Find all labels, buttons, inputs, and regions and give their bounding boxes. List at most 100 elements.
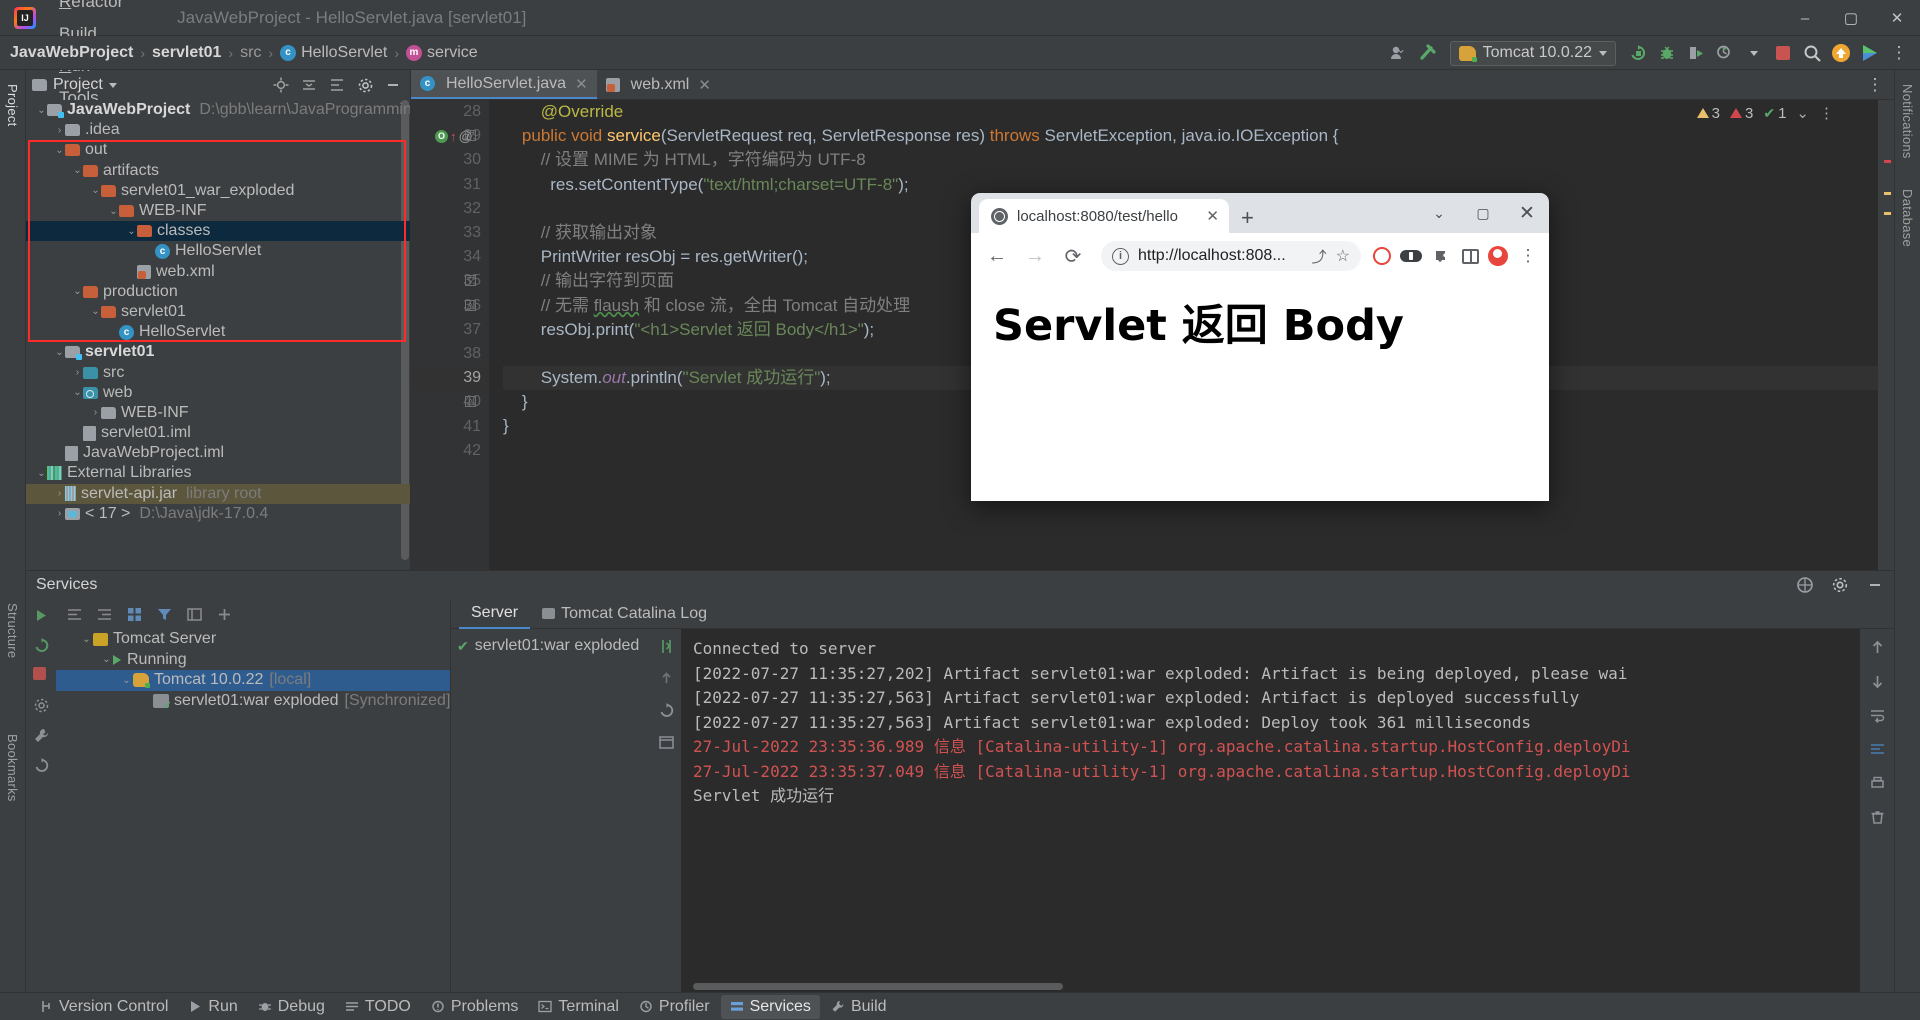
chevron-down-icon[interactable]: ⌄ [108,206,119,217]
close-tab-icon[interactable]: ✕ [575,75,588,93]
group-icon[interactable] [126,606,143,623]
tree-node-out[interactable]: ⌄ out [26,140,410,160]
gutter-line-34[interactable]: 34 [411,245,489,269]
back-icon[interactable]: ← [981,240,1013,272]
side-panel-icon[interactable] [1462,248,1479,264]
tree-node-src[interactable]: › src [26,362,410,382]
tree-node-servlet01-war-exploded[interactable]: ⌄ servlet01_war_exploded [26,181,410,201]
gutter-line-38[interactable]: 38 [411,342,489,366]
menu-refactor[interactable]: Refactor [48,0,137,18]
breadcrumb-item-src[interactable]: src [240,44,261,62]
tree-node-web-xml[interactable]: web.xml [26,262,410,282]
inspection-widget[interactable]: 3 3 ✔ 1 ⌄ ⋮ [1696,104,1834,122]
browser-tab[interactable]: localhost:8080/test/hello ✕ [979,199,1229,233]
rerun-icon[interactable] [33,637,50,654]
code-line-30[interactable]: // 设置 MIME 为 HTML，字符编码为 UTF-8 [503,148,1894,172]
profiler-icon[interactable] [1712,40,1738,66]
refresh-icon[interactable] [658,702,675,719]
tree-node-helloservlet[interactable]: c HelloServlet [26,322,410,342]
tree-node-servlet01[interactable]: ⌄ servlet01 [26,342,410,362]
tree-node-artifacts[interactable]: ⌄ artifacts [26,161,410,181]
warning-count-badge[interactable]: 3 [1696,105,1720,122]
settings-icon[interactable] [352,72,378,98]
weak-warning-badge[interactable]: ✔ 1 [1763,105,1786,122]
services-tree[interactable]: ⌄ Tomcat Server ⌄ Running ⌄ Tomcat 10.0.22 [lo… [56,629,450,992]
idea-feature-icon[interactable] [1857,40,1883,66]
tree-node-javawebproject-iml[interactable]: JavaWebProject.iml [26,443,410,463]
run-icon[interactable] [33,607,50,624]
gutter-line-28[interactable]: 28 [411,100,489,124]
chevron-down-icon[interactable]: ⌄ [1796,104,1809,122]
gutter-line-40[interactable]: 40 △ [411,390,489,414]
browser-minimize-button[interactable]: ⌄ [1417,195,1461,231]
chevron-right-icon[interactable]: › [54,508,65,519]
console-action-rail[interactable] [651,629,681,992]
editor-tab-web-xml[interactable]: web.xml ✕ [597,70,720,99]
chevron-down-icon[interactable]: ⌄ [100,654,113,665]
bottom-tool-bar[interactable]: Version Control Run Debug TODO Problems Termi… [0,992,1920,1020]
chevron-down-icon[interactable]: ⌄ [90,306,101,317]
code-fold-icon[interactable]: ▽ [465,275,476,287]
profile-avatar-icon[interactable] [1488,246,1508,266]
breadcrumb-item-helloservlet[interactable]: c HelloServlet [280,44,387,62]
browser-close-button[interactable]: ✕ [1505,195,1549,231]
close-tab-icon[interactable]: ✕ [698,76,711,94]
minimize-button[interactable]: – [1782,0,1828,36]
tree-node-web[interactable]: ⌄ web [26,383,410,403]
services-header-actions[interactable] [1792,572,1888,598]
hammer-icon[interactable] [1415,40,1441,66]
code-line-29[interactable]: public void service(ServletRequest req, … [503,124,1894,148]
bottom-tab-run[interactable]: Run [179,995,246,1019]
chevron-down-icon[interactable]: ⌄ [80,634,93,645]
new-tab-button[interactable]: + [1241,207,1254,229]
chevron-right-icon[interactable]: › [72,367,83,378]
close-tab-icon[interactable]: ✕ [1206,207,1219,225]
hide-icon[interactable] [1862,572,1888,598]
chevron-down-icon[interactable]: ⌄ [36,468,47,479]
browser-toolbar[interactable]: ← → ⟳ i http://localhost:808... ⤴ ☆ ⋮ [971,233,1549,279]
expand-icon[interactable] [66,606,83,623]
services-side-rail[interactable] [26,599,56,992]
code-fold-icon[interactable]: ▽ [465,130,476,142]
chevron-down-icon[interactable]: ⌄ [54,347,65,358]
console-right-rail[interactable] [1860,629,1894,992]
extensions-icon[interactable] [1431,245,1453,267]
share-icon[interactable]: ⤴ [1312,246,1327,267]
tree-node-helloservlet[interactable]: c HelloServlet [26,241,410,261]
window-controls[interactable]: – ▢ ✕ [1782,0,1920,36]
locate-icon[interactable] [268,72,294,98]
rail-item-database[interactable]: Database [1900,181,1915,255]
bookmark-star-icon[interactable]: ☆ [1336,246,1350,266]
gutter-line-39[interactable]: 39 [411,366,489,391]
chevron-down-icon[interactable]: ⌄ [90,185,101,196]
service-node-tomcat-server[interactable]: ⌄ Tomcat Server [56,629,450,650]
chevron-down-icon[interactable]: ⌄ [54,145,65,156]
hide-icon[interactable] [380,72,406,98]
tree-node-web-inf[interactable]: ⌄ WEB-INF [26,201,410,221]
address-bar[interactable]: i http://localhost:808... ⤴ ☆ [1101,241,1361,271]
editor-tab-helloservlet-java[interactable]: c HelloServlet.java ✕ [411,70,597,99]
tree-node-classes[interactable]: ⌄ classes [26,221,410,242]
debug-icon[interactable] [1654,40,1680,66]
bottom-tab-build[interactable]: Build [822,995,896,1019]
code-fold-icon[interactable]: △ [465,299,476,311]
gutter-line-29[interactable]: 29 O ↑ @ ▽ [411,124,489,148]
wrench-icon[interactable] [33,727,50,744]
tree-node-servlet-api-jar[interactable]: › servlet-api.jar library root [26,483,410,504]
bottom-tab-version-control[interactable]: Version Control [30,995,177,1019]
bottom-tab-services[interactable]: Services [720,994,820,1019]
print-icon[interactable] [1868,774,1886,792]
bottom-tab-debug[interactable]: Debug [249,995,334,1019]
service-node-tomcat-10-0-22[interactable]: ⌄ Tomcat 10.0.22 [local] [56,670,450,691]
chevron-down-icon-2[interactable] [1741,40,1767,66]
scroll-down-icon[interactable] [1868,672,1886,690]
rail-item-project[interactable]: Project [5,76,20,135]
browser-icon[interactable] [658,734,675,751]
search-icon[interactable] [1799,40,1825,66]
info-icon[interactable]: i [1112,247,1129,265]
help-icon[interactable] [1792,572,1818,598]
console-output[interactable]: Connected to server [2022-07-27 11:35:27,… [681,629,1860,992]
menu-icon[interactable]: ⋮ [1517,245,1539,267]
expand-icon[interactable] [324,72,350,98]
soft-wrap-icon[interactable] [1868,706,1886,724]
